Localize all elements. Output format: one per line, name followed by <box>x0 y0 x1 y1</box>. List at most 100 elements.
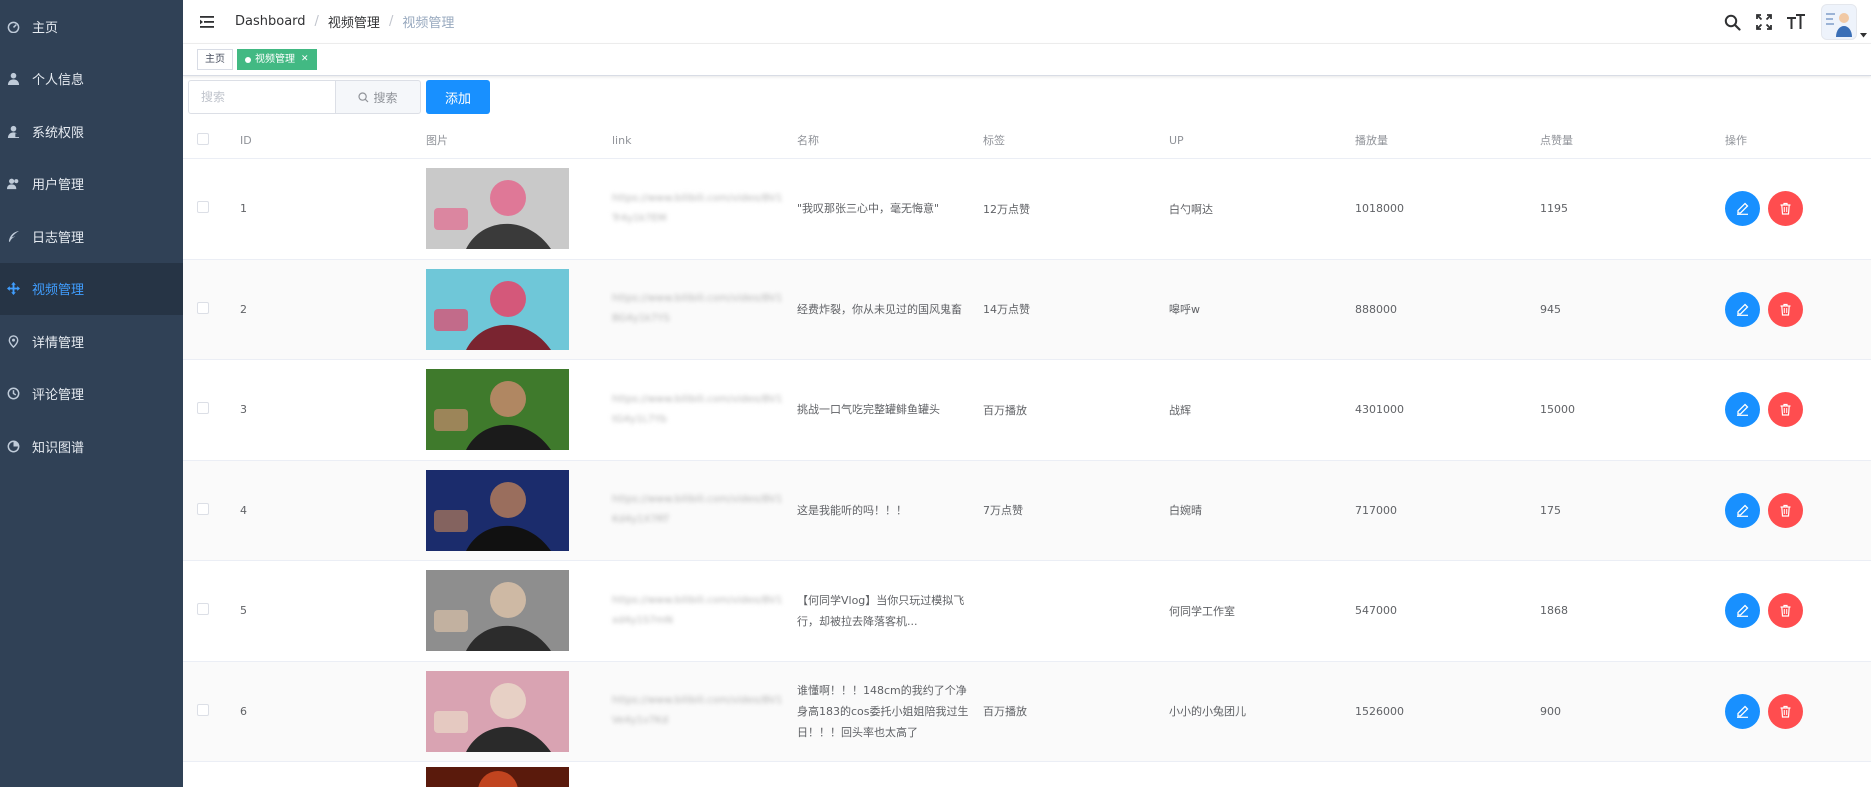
breadcrumb-dashboard[interactable]: Dashboard <box>235 14 306 29</box>
cell-image <box>426 369 612 451</box>
cell-tag: 7万点赞 <box>983 504 1023 518</box>
table-row: 2 https://www.bilibili.com/video/BV1BG4y1… <box>183 259 1871 360</box>
sidebar-item-8[interactable]: 知识图谱 <box>0 420 183 473</box>
video-link[interactable]: https://www.bilibili.com/video/BV1Tr4y1k… <box>612 189 783 229</box>
select-all-checkbox[interactable] <box>197 132 209 145</box>
cell-name: 这是我能听的吗！！！ <box>797 503 907 517</box>
cell-actions <box>1725 492 1871 528</box>
avatar[interactable] <box>1821 4 1857 40</box>
cell-likes: 900 <box>1540 704 1561 718</box>
table-row: 6 https://www.bilibili.com/video/BV1Ve4y1… <box>183 661 1871 762</box>
video-link[interactable]: https://www.bilibili.com/video/BV1Ve4y1v… <box>612 691 783 731</box>
cell-actions <box>1725 291 1871 327</box>
video-thumbnail[interactable] <box>426 168 569 250</box>
cell-plays: 1526000 <box>1355 704 1404 718</box>
video-link[interactable]: https://www.bilibili.com/video/BV1xd4y1S… <box>612 591 783 631</box>
tag-video-management[interactable]: 视频管理 ✕ <box>237 49 317 70</box>
cell-actions <box>1725 593 1871 629</box>
edit-button[interactable] <box>1725 693 1760 729</box>
video-thumbnail[interactable] <box>426 369 569 451</box>
cell-name: 【何同学Vlog】当你只玩过模拟飞行，却被拉去降落客机... <box>797 593 965 628</box>
video-thumbnail[interactable] <box>426 570 569 652</box>
cell-name: 谁懂啊！！！148cm的我约了个净身高183的cos委托小姐姐陪我过生日！！！回… <box>797 683 969 739</box>
cell-up: 嗥呼w <box>1169 303 1200 317</box>
video-link[interactable]: https://www.bilibili.com/video/BV1Kd4y1X… <box>612 490 783 530</box>
add-button[interactable]: 添加 <box>426 80 490 114</box>
table-row: 4 https://www.bilibili.com/video/BV1Kd4y1… <box>183 460 1871 561</box>
cell-name: 挑战一口气吃完整罐鲱鱼罐头 <box>797 403 940 417</box>
cell-likes: 945 <box>1540 302 1561 316</box>
sidebar-item-label: 个人信息 <box>32 73 85 89</box>
delete-icon <box>1780 303 1791 316</box>
delete-button[interactable] <box>1768 291 1803 327</box>
row-checkbox[interactable] <box>197 703 209 716</box>
cell-name: "我叹那张三心中，毫无悔意" <box>797 202 940 216</box>
delete-button[interactable] <box>1768 392 1803 428</box>
location-icon <box>6 334 20 348</box>
row-checkbox-cell <box>183 703 238 719</box>
fullscreen-icon[interactable] <box>1753 11 1775 33</box>
sidebar-item-2[interactable]: 系统权限 <box>0 105 183 158</box>
video-thumbnail[interactable] <box>426 670 569 752</box>
delete-icon <box>1780 404 1791 416</box>
sidebar-item-5[interactable]: 视频管理 <box>0 262 183 315</box>
delete-button[interactable] <box>1768 693 1803 729</box>
header-name: 名称 <box>797 133 819 147</box>
row-checkbox[interactable] <box>197 502 209 515</box>
cell-id: 4 <box>240 503 247 517</box>
search-icon <box>358 91 369 102</box>
cell-id: 1 <box>240 202 247 216</box>
permission-icon <box>6 124 20 138</box>
video-thumbnail[interactable] <box>426 268 569 350</box>
delete-icon <box>1780 605 1791 617</box>
cell-link: https://www.bilibili.com/video/BV1tG4y1L… <box>612 390 797 430</box>
sidebar-item-3[interactable]: 用户管理 <box>0 158 183 211</box>
video-link[interactable]: https://www.bilibili.com/video/BV1BG4y1k… <box>612 289 783 329</box>
header-tag: 标签 <box>983 134 1005 147</box>
breadcrumb-video-mgmt[interactable]: 视频管理 <box>328 12 380 31</box>
caret-down-icon[interactable] <box>1857 4 1869 40</box>
edit-button[interactable] <box>1725 593 1760 629</box>
font-size-icon[interactable] <box>1785 11 1807 33</box>
tag-video-management-label: 视频管理 <box>255 54 295 65</box>
sidebar-item-6[interactable]: 详情管理 <box>0 315 183 368</box>
sidebar-item-4[interactable]: 日志管理 <box>0 210 183 263</box>
edit-button[interactable] <box>1725 291 1760 327</box>
header-id[interactable]: ID <box>238 134 426 147</box>
cell-actions <box>1725 693 1871 729</box>
hamburger-icon[interactable] <box>197 12 217 32</box>
video-table: ID 图片 link 名称 标签 UP 播放量 点赞量 操作 1 https://… <box>183 122 1871 762</box>
sidebar-item-label: 知识图谱 <box>32 440 85 456</box>
edit-button[interactable] <box>1725 492 1760 528</box>
row-checkbox-cell <box>183 402 238 417</box>
video-thumbnail[interactable] <box>426 469 569 551</box>
sidebar-item-label: 日志管理 <box>32 230 85 246</box>
search-input[interactable] <box>188 80 336 114</box>
cell-image <box>426 670 612 752</box>
delete-button[interactable] <box>1768 191 1803 227</box>
edit-button[interactable] <box>1725 392 1760 428</box>
close-icon[interactable]: ✕ <box>301 50 309 69</box>
row-checkbox[interactable] <box>197 201 209 214</box>
row-checkbox[interactable] <box>197 301 209 314</box>
partial-thumbnail[interactable] <box>426 767 569 787</box>
cell-likes: 1868 <box>1540 604 1568 618</box>
row-checkbox-cell <box>183 201 238 216</box>
add-button-label: 添加 <box>444 91 471 107</box>
delete-button[interactable] <box>1768 492 1803 528</box>
row-checkbox[interactable] <box>197 402 209 415</box>
cell-id: 5 <box>240 604 247 618</box>
edit-button[interactable] <box>1725 191 1760 227</box>
sidebar-item-1[interactable]: 个人信息 <box>0 53 183 106</box>
table-row: 5 https://www.bilibili.com/video/BV1xd4y1… <box>183 561 1871 662</box>
row-checkbox[interactable] <box>197 603 209 616</box>
sidebar-item-7[interactable]: 评论管理 <box>0 368 183 421</box>
search-button[interactable]: 搜索 <box>336 80 421 114</box>
sidebar-item-0[interactable]: 主页 <box>0 0 183 53</box>
search-icon[interactable] <box>1721 11 1743 33</box>
delete-button[interactable] <box>1768 593 1803 629</box>
video-link[interactable]: https://www.bilibili.com/video/BV1tG4y1L… <box>612 390 783 430</box>
tag-home[interactable]: 主页 <box>197 49 233 70</box>
breadcrumb-separator: / <box>314 14 319 29</box>
cell-link: https://www.bilibili.com/video/BV1Ve4y1v… <box>612 691 797 731</box>
